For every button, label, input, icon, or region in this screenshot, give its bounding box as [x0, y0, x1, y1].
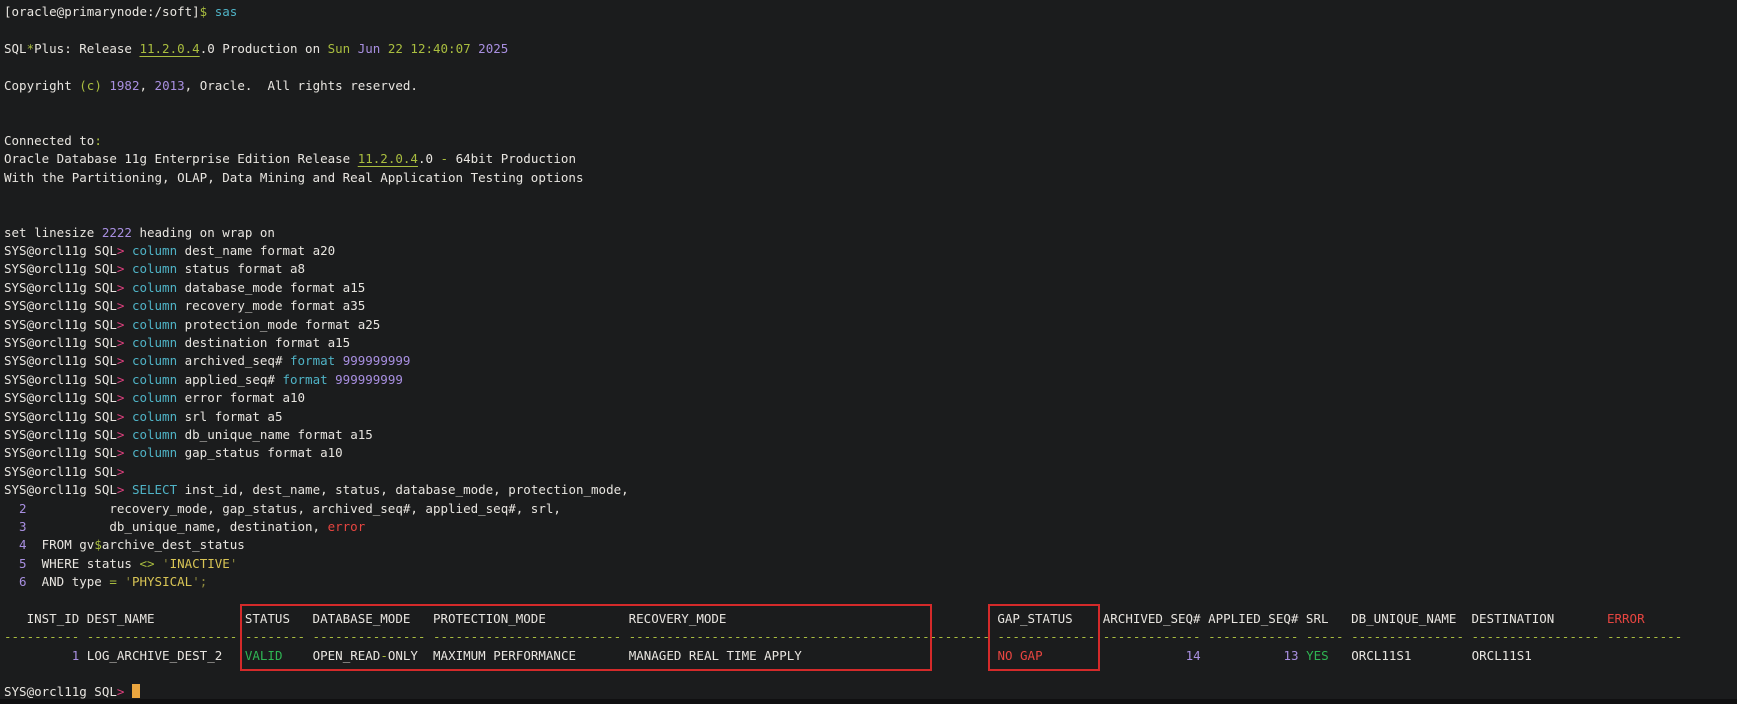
- terminal-line: SYS@orcl11g SQL>: [4, 463, 1737, 481]
- terminal-line: 3 db_unique_name, destination, error: [4, 518, 1737, 536]
- terminal-line: SYS@orcl11g SQL> column dest_name format…: [4, 242, 1737, 260]
- terminal-line: [4, 113, 1737, 131]
- terminal-line: SYS@orcl11g SQL> column applied_seq# for…: [4, 371, 1737, 389]
- terminal-cursor: [132, 684, 140, 698]
- terminal-line: 6 AND type = 'PHYSICAL';: [4, 573, 1737, 591]
- terminal-line: Oracle Database 11g Enterprise Edition R…: [4, 150, 1737, 168]
- terminal-line: SYS@orcl11g SQL> column db_unique_name f…: [4, 426, 1737, 444]
- terminal-line: Copyright (c) 1982, 2013, Oracle. All ri…: [4, 77, 1737, 95]
- terminal-line: [4, 187, 1737, 205]
- terminal-line: SYS@orcl11g SQL> column archived_seq# fo…: [4, 352, 1737, 370]
- terminal-line: set linesize 2222 heading on wrap on: [4, 224, 1737, 242]
- terminal-line: With the Partitioning, OLAP, Data Mining…: [4, 169, 1737, 187]
- terminal-line: [4, 95, 1737, 113]
- window-bottom-edge: [0, 699, 1737, 704]
- terminal-line: [4, 665, 1737, 683]
- terminal-line: 4 FROM gv$archive_dest_status: [4, 536, 1737, 554]
- terminal-line: [4, 58, 1737, 76]
- terminal-line: [4, 592, 1737, 610]
- terminal-line: SYS@orcl11g SQL> column recovery_mode fo…: [4, 297, 1737, 315]
- terminal-line: [4, 205, 1737, 223]
- terminal-line: SYS@orcl11g SQL> column protection_mode …: [4, 316, 1737, 334]
- terminal[interactable]: [oracle@primarynode:/soft]$ sas SQL*Plus:…: [0, 0, 1737, 704]
- terminal-line: [4, 21, 1737, 39]
- terminal-line: SQL*Plus: Release 11.2.0.4.0 Production …: [4, 40, 1737, 58]
- terminal-line: 5 WHERE status <> 'INACTIVE': [4, 555, 1737, 573]
- terminal-line: SYS@orcl11g SQL> column gap_status forma…: [4, 444, 1737, 462]
- terminal-line: SYS@orcl11g SQL> column error format a10: [4, 389, 1737, 407]
- terminal-line: SYS@orcl11g SQL> column status format a8: [4, 260, 1737, 278]
- terminal-line: ---------- -------------------- --------…: [4, 628, 1737, 646]
- terminal-line: SYS@orcl11g SQL> SELECT inst_id, dest_na…: [4, 481, 1737, 499]
- terminal-line: SYS@orcl11g SQL> column srl format a5: [4, 408, 1737, 426]
- terminal-line: [oracle@primarynode:/soft]$ sas: [4, 3, 1737, 21]
- terminal-line: 2 recovery_mode, gap_status, archived_se…: [4, 500, 1737, 518]
- terminal-line: Connected to:: [4, 132, 1737, 150]
- terminal-line: INST_ID DEST_NAME STATUS DATABASE_MODE P…: [4, 610, 1737, 628]
- terminal-output: [oracle@primarynode:/soft]$ sas SQL*Plus:…: [4, 3, 1737, 702]
- terminal-line: SYS@orcl11g SQL> column destination form…: [4, 334, 1737, 352]
- terminal-line: 1 LOG_ARCHIVE_DEST_2 VALID OPEN_READ-ONL…: [4, 647, 1737, 665]
- terminal-line: SYS@orcl11g SQL> column database_mode fo…: [4, 279, 1737, 297]
